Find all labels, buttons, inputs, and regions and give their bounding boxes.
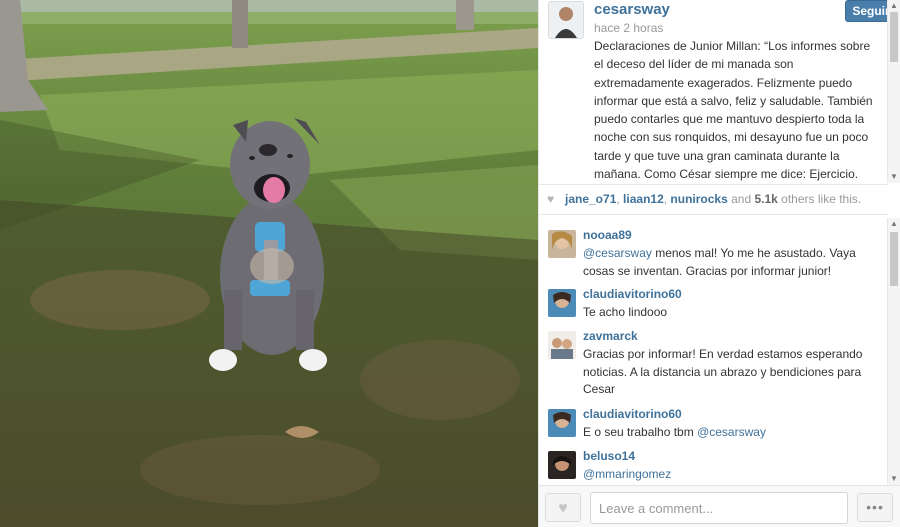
commenter-username[interactable]: nooaa89 [583,228,632,242]
divider [539,214,888,215]
scroll-up-arrow-icon[interactable]: ▲ [888,0,900,12]
person-icon [549,2,583,38]
comment-text: E o seu trabalho tbm @cesarsway [583,424,863,442]
commenter-avatar[interactable] [548,451,576,479]
comment-composer: ♥ ••• [539,485,900,527]
mention-link[interactable]: @cesarsway [583,246,652,260]
comment-text: @mmaringomez [583,466,863,484]
commenter-avatar[interactable] [548,289,576,317]
commenter-username[interactable]: claudiavitorino60 [583,407,682,421]
comments-scroll-thumb[interactable] [890,232,898,286]
caption-scrollbar[interactable]: ▲ ▼ [887,0,900,183]
scroll-down-arrow-icon[interactable]: ▼ [888,473,900,485]
post-sidebar: cesarsway Seguir hace 2 horas Declaracio… [538,0,900,527]
comment-text: @cesarsway menos mal! Yo me he asustado.… [583,245,863,280]
likes-count[interactable]: 5.1k [754,192,777,206]
comment-body: E o seu trabalho tbm [583,425,698,439]
heart-icon: ♥ [558,500,568,517]
post-timestamp: hace 2 horas [594,21,664,35]
mention-link[interactable]: @mmaringomez [583,467,671,481]
comment-body: Te acho lindooo [583,305,668,319]
commenter-username[interactable]: zavmarck [583,329,638,343]
author-avatar[interactable] [548,1,584,39]
person-icon [548,451,576,479]
person-icon [548,331,576,359]
author-username[interactable]: cesarsway [594,1,670,18]
caption-scroll-thumb[interactable] [890,12,898,62]
liker-link[interactable]: nunirocks [670,192,727,206]
commenter-avatar[interactable] [548,230,576,258]
comment-input[interactable] [590,492,848,524]
commenter-username[interactable]: beluso14 [583,449,635,463]
scroll-up-arrow-icon[interactable]: ▲ [888,218,900,230]
heart-icon: ♥ [547,192,555,206]
person-icon [548,409,576,437]
like-button[interactable]: ♥ [545,493,581,522]
comment-text: Gracias por informar! En verdad estamos … [583,346,863,399]
post-caption: Declaraciones de Junior Millan: “Los inf… [594,39,873,182]
person-icon [548,230,576,258]
liker-link[interactable]: liaan12 [623,192,664,206]
comment-text: Te acho lindooo [583,304,863,322]
commenter-avatar[interactable] [548,409,576,437]
post-photo [0,0,538,527]
comment-body: Gracias por informar! En verdad estamos … [583,347,863,396]
ellipsis-icon: ••• [866,499,884,515]
commenter-avatar[interactable] [548,331,576,359]
scroll-down-arrow-icon[interactable]: ▼ [888,171,900,183]
divider [539,184,888,185]
likes-line: ♥ jane_o71, liaan12, nunirocks and 5.1k o… [547,192,861,206]
liker-link[interactable]: jane_o71 [565,192,616,206]
person-icon [548,289,576,317]
comments-scrollbar[interactable]: ▲ ▼ [887,218,900,485]
likes-and: and [727,192,755,206]
commenter-username[interactable]: claudiavitorino60 [583,287,682,301]
likes-suffix: others like this. [777,192,862,206]
more-options-button[interactable]: ••• [857,493,893,522]
mention-link[interactable]: @cesarsway [697,425,766,439]
dog-photo-image [0,0,538,527]
